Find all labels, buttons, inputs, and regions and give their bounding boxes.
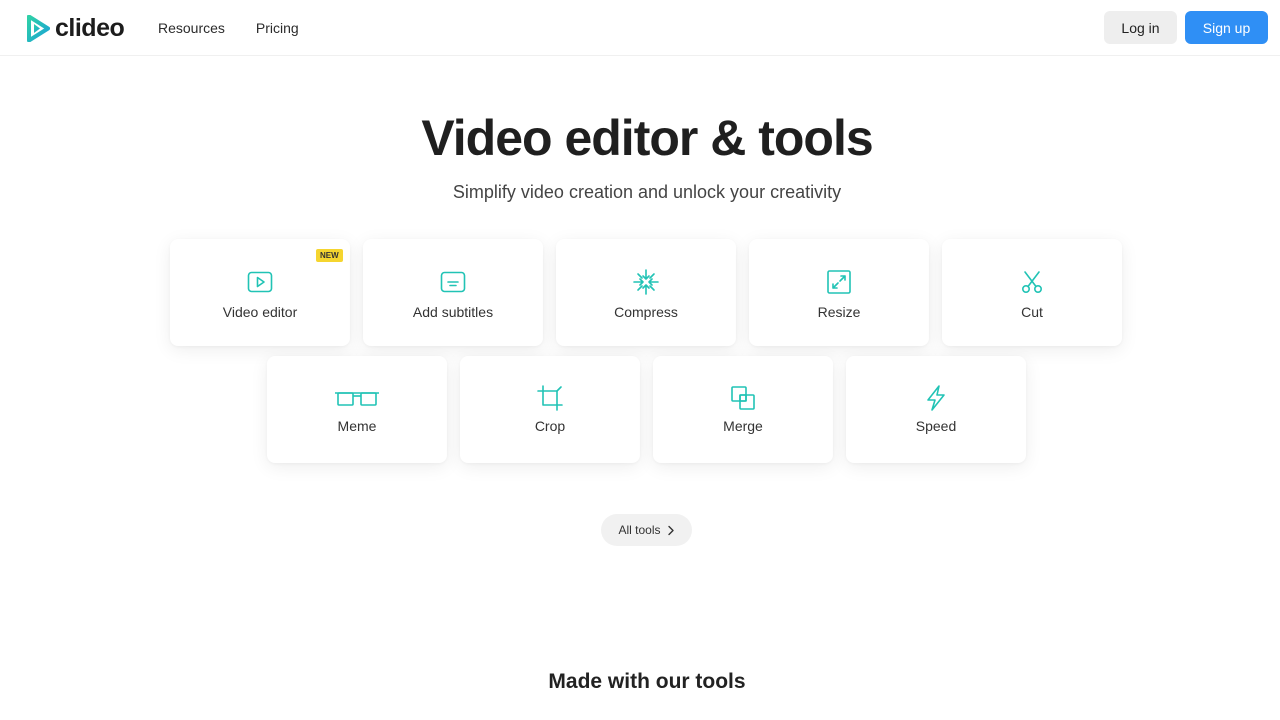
crop-icon (537, 385, 563, 411)
signup-button[interactable]: Sign up (1185, 11, 1268, 44)
tool-card-meme[interactable]: Meme (267, 356, 447, 463)
tool-label: Merge (723, 418, 763, 434)
tool-label: Meme (337, 418, 377, 434)
tool-label: Resize (817, 304, 861, 320)
tool-card-speed[interactable]: Speed (846, 356, 1026, 463)
tool-card-add-subtitles[interactable]: Add subtitles (363, 239, 543, 346)
tool-card-cut[interactable]: Cut (942, 239, 1122, 346)
tool-card-compress[interactable]: Compress (556, 239, 736, 346)
logo-play-icon (27, 14, 50, 42)
nav-pricing[interactable]: Pricing (256, 18, 299, 38)
tool-card-crop[interactable]: Crop (460, 356, 640, 463)
tool-card-video-editor[interactable]: NEW Video editor (170, 239, 350, 346)
play-icon (247, 269, 273, 295)
logo[interactable]: clideo (26, 14, 125, 42)
page-subtitle: Simplify video creation and unlock your … (452, 182, 842, 202)
main-nav: Resources Pricing (158, 18, 299, 38)
chevron-right-icon (667, 525, 674, 535)
page-title: Video editor & tools (421, 110, 873, 166)
tool-label: Speed (915, 418, 957, 434)
tool-label: Compress (614, 304, 678, 320)
login-button[interactable]: Log in (1104, 11, 1177, 44)
site-header: clideo Resources Pricing Log in Sign up (0, 0, 1280, 56)
all-tools-label: All tools (618, 523, 661, 537)
tool-card-resize[interactable]: Resize (749, 239, 929, 346)
section-title: Made with our tools (548, 670, 746, 693)
lightning-icon (923, 385, 949, 411)
subtitles-icon (440, 269, 466, 295)
compress-icon (633, 269, 659, 295)
tool-card-merge[interactable]: Merge (653, 356, 833, 463)
logo-text: clideo (55, 14, 125, 42)
tool-label: Add subtitles (412, 304, 494, 320)
merge-icon (730, 385, 756, 411)
tool-label: Crop (534, 418, 566, 434)
tool-label: Video editor (222, 304, 298, 320)
resize-icon (826, 269, 852, 295)
all-tools-button[interactable]: All tools (601, 514, 692, 546)
nav-resources[interactable]: Resources (158, 18, 225, 38)
meme-icon (334, 385, 380, 411)
scissors-icon (1019, 269, 1045, 295)
tool-label: Cut (1021, 304, 1043, 320)
new-badge: NEW (316, 249, 343, 262)
